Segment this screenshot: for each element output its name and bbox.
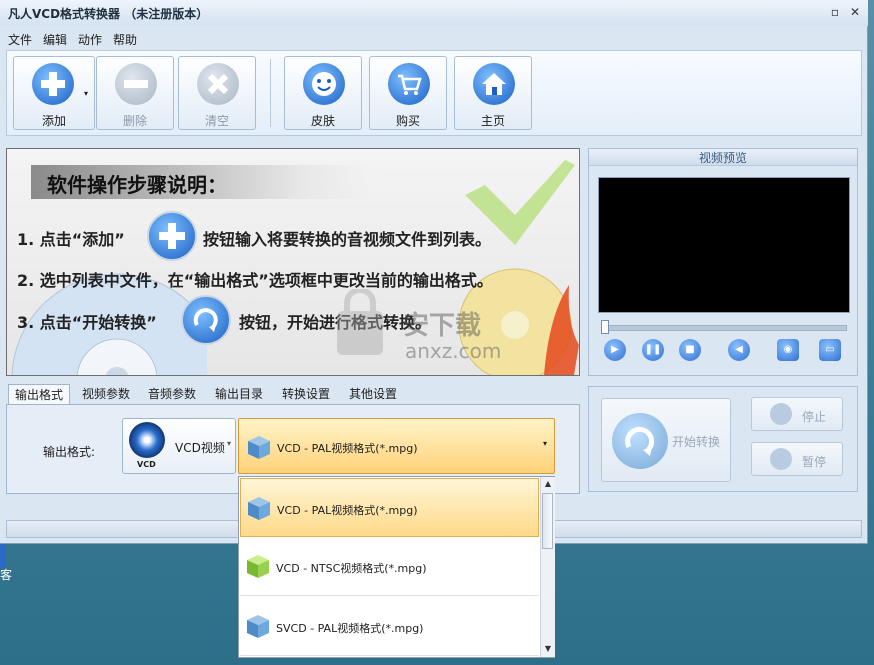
video-screen [598, 177, 850, 313]
cube-green-icon [247, 555, 269, 578]
clear-label: 清空 [204, 114, 229, 128]
watermark-text: 安下载 [403, 311, 482, 341]
menu-edit[interactable]: 编辑 [43, 31, 67, 48]
skin-button[interactable]: 皮肤 [284, 56, 362, 130]
step-1-text-tail: 按钮输入将要转换的音视频文件到列表。 [203, 230, 492, 249]
skin-label: 皮肤 [310, 114, 335, 128]
pause-icon [770, 448, 792, 470]
title-bar: 凡人VCD格式转换器 （未注册版本） ▫ ✕ [0, 0, 868, 26]
list-item[interactable]: VCD - PAL视频格式(*.mpg) [240, 478, 539, 537]
toolbar: ▾ 添加 删除 清空 皮肤 购买 主页 [6, 50, 862, 136]
add-label: 添加 [41, 114, 66, 128]
snapshot-icon[interactable]: ◉ [777, 339, 799, 361]
scroll-up-icon[interactable]: ▲ [543, 478, 553, 490]
refresh-icon [181, 295, 231, 345]
instructions-panel: 软件操作步骤说明： 1. 点击“添加” 按钮输入将要转换的音视频文件到列表。 2… [6, 148, 580, 376]
step-2-text: 2. 选中列表中文件，在“输出格式”选项框中更改当前的输出格式。 [17, 271, 493, 290]
format-category-value: VCD视频 [175, 441, 225, 455]
add-icon [32, 63, 74, 105]
stop-button[interactable]: 停止 [751, 397, 843, 431]
seek-slider-track[interactable] [601, 325, 847, 331]
vcd-icon-label: VCD [137, 460, 156, 469]
chevron-down-icon[interactable]: ▾ [84, 89, 88, 98]
scrollbar-thumb[interactable] [542, 493, 553, 549]
menu-bar: 文件 编辑 动作 帮助 [0, 27, 868, 49]
smiley-icon [303, 63, 345, 105]
home-label: 主页 [480, 114, 505, 128]
step-3-text: 3. 点击“开始转换” [17, 313, 157, 332]
step-1-text: 1. 点击“添加” [17, 230, 125, 249]
conversion-controls: 开始转换 停止 暂停 [588, 386, 858, 492]
delete-button[interactable]: 删除 [96, 56, 174, 130]
list-item[interactable]: VCD - NTSC视频格式(*.mpg) [240, 537, 539, 596]
tab-other-settings[interactable]: 其他设置 [343, 384, 403, 404]
tab-convert-settings[interactable]: 转换设置 [276, 384, 336, 404]
start-convert-label: 开始转换 [672, 435, 721, 449]
menu-file[interactable]: 文件 [8, 31, 32, 48]
dropdown-scrollbar[interactable]: ▲ ▼ [540, 477, 555, 657]
chevron-down-icon: ▾ [227, 439, 232, 448]
play-icon[interactable]: ▶ [604, 339, 626, 361]
desktop-label: 客 [0, 568, 13, 582]
format-dropdown-list: VCD - PAL视频格式(*.mpg) VCD - NTSC视频格式(*.mp… [238, 476, 555, 658]
close-button[interactable]: ✕ [846, 4, 864, 20]
desktop-item [0, 544, 6, 568]
tab-video-params[interactable]: 视频参数 [76, 384, 136, 404]
stop-icon[interactable]: ■ [679, 339, 701, 361]
format-category-select[interactable]: VCD VCD视频 ▾ [122, 418, 236, 474]
output-format-label: 输出格式: [43, 445, 96, 459]
stop-icon [770, 403, 792, 425]
buy-button[interactable]: 购买 [369, 56, 447, 130]
output-format-value: VCD - PAL视频格式(*.mpg) [277, 442, 418, 455]
menu-action[interactable]: 动作 [78, 31, 102, 48]
cube-blue-icon [247, 615, 269, 638]
add-icon [147, 211, 197, 261]
tab-output-format[interactable]: 输出格式 [8, 384, 71, 405]
start-convert-button[interactable]: 开始转换 [601, 398, 731, 482]
seek-slider-thumb[interactable] [601, 320, 609, 334]
scroll-down-icon[interactable]: ▼ [543, 643, 553, 655]
delete-label: 删除 [122, 114, 147, 128]
list-item-label: VCD - PAL视频格式(*.mpg) [277, 504, 418, 517]
preview-title: 视频预览 [589, 149, 857, 166]
pause-icon[interactable]: ❚❚ [642, 339, 664, 361]
list-item-label: VCD - NTSC视频格式(*.mpg) [276, 562, 427, 575]
cart-icon [388, 63, 430, 105]
output-format-select[interactable]: VCD - PAL视频格式(*.mpg) ▾ [238, 418, 555, 474]
list-item-label: SVCD - PAL视频格式(*.mpg) [276, 622, 424, 635]
refresh-icon [612, 413, 668, 469]
stop-label: 停止 [802, 410, 827, 424]
app-window: 凡人VCD格式转换器 （未注册版本） ▫ ✕ 文件 编辑 动作 帮助 ▾ 添加 … [0, 0, 868, 544]
cube-blue-icon [248, 436, 270, 459]
chevron-down-icon: ▾ [543, 439, 548, 448]
volume-icon[interactable]: ◀ [728, 339, 750, 361]
pause-label: 暂停 [802, 455, 827, 469]
cube-blue-icon [248, 497, 270, 520]
window-title: 凡人VCD格式转换器 （未注册版本） [8, 7, 209, 21]
clear-button[interactable]: 清空 [178, 56, 256, 130]
remove-icon [115, 63, 157, 105]
list-item[interactable]: SVCD - PAL视频格式(*.mpg) [240, 597, 539, 656]
toolbar-separator [270, 59, 271, 127]
tab-audio-params[interactable]: 音频参数 [142, 384, 202, 404]
folder-icon[interactable]: ▭ [819, 339, 841, 361]
tab-output-dir[interactable]: 输出目录 [209, 384, 269, 404]
video-preview-panel: 视频预览 ▶ ❚❚ ■ ◀ ◉ ▭ [588, 148, 858, 376]
menu-help[interactable]: 帮助 [113, 31, 137, 48]
clear-icon [197, 63, 239, 105]
pause-button[interactable]: 暂停 [751, 442, 843, 476]
vcd-disc-icon [129, 422, 165, 458]
home-icon [473, 63, 515, 105]
minimize-button[interactable]: ▫ [826, 4, 844, 20]
instructions-title: 软件操作步骤说明： [47, 173, 227, 197]
home-button[interactable]: 主页 [454, 56, 532, 130]
buy-label: 购买 [395, 114, 420, 128]
watermark-url: anxz.com [405, 339, 502, 363]
add-button[interactable]: ▾ 添加 [13, 56, 95, 130]
